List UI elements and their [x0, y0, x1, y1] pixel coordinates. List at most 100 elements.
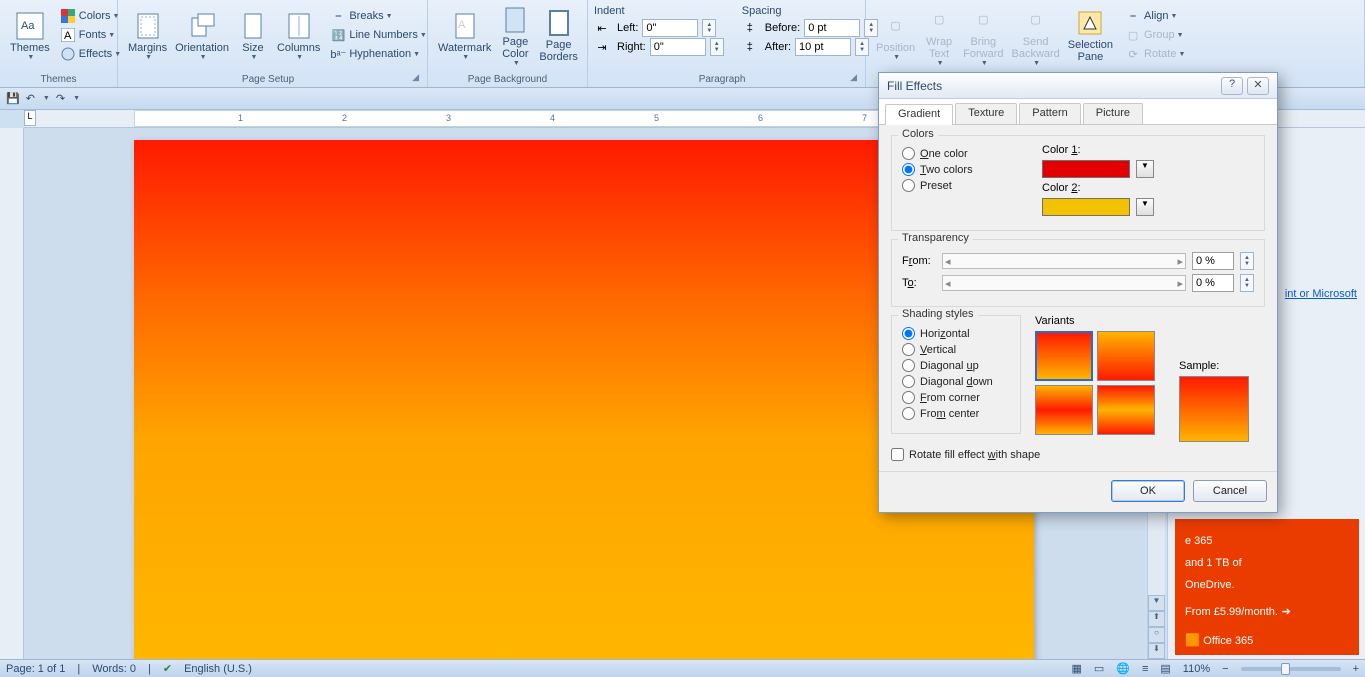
breaks-button[interactable]: ⎯Breaks▼ [328, 7, 428, 25]
spinner-icon[interactable]: ▲▼ [1240, 274, 1254, 292]
proofing-icon[interactable]: ✔ [163, 662, 172, 675]
columns-button[interactable]: Columns▼ [273, 8, 324, 63]
fill-effects-dialog: Fill Effects ? ✕ Gradient Texture Patter… [878, 72, 1278, 513]
zoom-slider[interactable] [1241, 667, 1341, 671]
radio-preset[interactable]: Preset [902, 179, 1026, 192]
theme-fonts-button[interactable]: AFonts▼ [58, 26, 123, 44]
svg-text:A: A [64, 30, 72, 42]
spinner-icon[interactable]: ▲▼ [710, 38, 724, 56]
theme-colors-button[interactable]: Colors▼ [58, 7, 123, 25]
save-icon[interactable]: 💾 [6, 92, 20, 105]
hyphenation-button[interactable]: bᵃ⁻Hyphenation▼ [328, 45, 428, 63]
scroll-down-icon[interactable]: ▼ [1148, 595, 1165, 611]
redo-icon[interactable]: ↷ [56, 92, 65, 105]
view-draft-icon[interactable]: ▤ [1160, 662, 1170, 675]
tab-gradient[interactable]: Gradient [885, 104, 953, 125]
page-setup-launcher-icon[interactable]: ◢ [412, 72, 421, 85]
spinner-icon[interactable]: ▲▼ [702, 19, 716, 37]
themes-button[interactable]: Aa Themes▼ [6, 8, 54, 63]
next-page-icon[interactable]: ⬇ [1148, 643, 1165, 659]
spinner-icon[interactable]: ▲▼ [1240, 252, 1254, 270]
tab-texture[interactable]: Texture [955, 103, 1017, 124]
spacing-after-icon: ‡ [742, 39, 758, 55]
tab-pattern[interactable]: Pattern [1019, 103, 1080, 124]
view-fullscreen-icon[interactable]: ▭ [1094, 662, 1104, 675]
size-button[interactable]: Size▼ [233, 8, 273, 63]
group-button: ▢Group▼ [1123, 26, 1358, 44]
dialog-titlebar[interactable]: Fill Effects ? ✕ [879, 73, 1277, 99]
zoom-out-icon[interactable]: − [1222, 663, 1228, 675]
colors-groupbox: Colors One color Two colors Preset Color… [891, 135, 1265, 231]
status-page[interactable]: Page: 1 of 1 [6, 663, 65, 675]
view-print-layout-icon[interactable]: ▦ [1071, 662, 1081, 675]
vertical-ruler[interactable] [0, 128, 24, 659]
variant-4[interactable] [1097, 385, 1155, 435]
transparency-to-value[interactable]: 0 % [1192, 274, 1234, 292]
dialog-close-icon[interactable]: ✕ [1247, 77, 1269, 95]
status-language[interactable]: English (U.S.) [184, 663, 252, 675]
transparency-from-slider[interactable]: ◂▸ [942, 253, 1186, 269]
radio-horizontal[interactable]: Horizontal [902, 327, 1010, 340]
variant-2[interactable] [1097, 331, 1155, 381]
indent-right-input[interactable] [650, 38, 706, 56]
color2-label: Color 2: [1042, 182, 1254, 194]
color1-swatch[interactable] [1042, 160, 1130, 178]
color1-dropdown-icon[interactable]: ▼ [1136, 160, 1154, 178]
orientation-button[interactable]: Orientation▼ [171, 8, 233, 63]
radio-two-colors[interactable]: Two colors [902, 163, 1026, 176]
paragraph-launcher-icon[interactable]: ◢ [850, 72, 859, 85]
paragraph-group-label: Paragraph [594, 72, 850, 85]
shading-groupbox: Shading styles Horizontal Vertical Diago… [891, 315, 1021, 434]
undo-icon[interactable]: ↶ [26, 92, 35, 105]
radio-vertical[interactable]: Vertical [902, 343, 1010, 356]
line-numbers-button[interactable]: 🔢Line Numbers▼ [328, 26, 428, 44]
page-color-button[interactable]: Page Color▼ [495, 2, 535, 69]
selection-pane-button[interactable]: Selection Pane [1064, 5, 1117, 65]
dialog-help-icon[interactable]: ? [1221, 77, 1243, 95]
radio-diagonal-up[interactable]: Diagonal up [902, 359, 1010, 372]
bring-forward-button: ▢Bring Forward▼ [959, 2, 1007, 69]
page-setup-group-label: Page Setup [124, 72, 412, 85]
transparency-to-slider[interactable]: ◂▸ [942, 275, 1186, 291]
indent-left-icon: ⇤ [594, 20, 610, 36]
zoom-in-icon[interactable]: + [1353, 663, 1359, 675]
theme-effects-button[interactable]: Effects▼ [58, 45, 123, 63]
radio-one-color[interactable]: One color [902, 147, 1026, 160]
browse-object-icon[interactable]: ○ [1148, 627, 1165, 643]
zoom-level[interactable]: 110% [1183, 663, 1210, 675]
radio-diagonal-down[interactable]: Diagonal down [902, 375, 1010, 388]
send-backward-button: ▢Send Backward▼ [1007, 2, 1063, 69]
color2-swatch[interactable] [1042, 198, 1130, 216]
prev-page-icon[interactable]: ⬆ [1148, 611, 1165, 627]
variant-1[interactable] [1035, 331, 1093, 381]
cancel-button[interactable]: Cancel [1193, 480, 1267, 502]
qat-customize-icon[interactable]: ▼ [73, 95, 80, 102]
rotate-fill-checkbox[interactable]: Rotate fill effect with shape [891, 448, 1265, 461]
radio-from-corner[interactable]: From corner [902, 391, 1010, 404]
tab-selector-icon[interactable]: L [24, 110, 36, 126]
spacing-before-input[interactable] [804, 19, 860, 37]
view-web-icon[interactable]: 🌐 [1116, 662, 1130, 675]
view-outline-icon[interactable]: ≡ [1142, 663, 1148, 675]
office365-ad[interactable]: e 365and 1 TB ofOneDrive. From £5.99/mon… [1175, 519, 1359, 655]
ok-button[interactable]: OK [1111, 480, 1185, 502]
watermark-button[interactable]: AWatermark▼ [434, 8, 495, 63]
dialog-title-text: Fill Effects [887, 79, 1217, 93]
page-borders-button[interactable]: Page Borders [535, 5, 582, 65]
transparency-from-value[interactable]: 0 % [1192, 252, 1234, 270]
align-button[interactable]: ⎯Align▼ [1123, 7, 1358, 25]
ms-link[interactable]: int or Microsoft [1285, 288, 1357, 300]
radio-from-center[interactable]: From center [902, 407, 1010, 420]
color2-dropdown-icon[interactable]: ▼ [1136, 198, 1154, 216]
tab-picture[interactable]: Picture [1083, 103, 1143, 124]
position-button: ▢Position▼ [872, 8, 919, 63]
indent-left-input[interactable] [642, 19, 698, 37]
sample-preview [1179, 376, 1249, 442]
margins-button[interactable]: Margins▼ [124, 8, 171, 63]
variant-3[interactable] [1035, 385, 1093, 435]
page-background-group-label: Page Background [434, 72, 581, 85]
status-words[interactable]: Words: 0 [92, 663, 136, 675]
color1-label: Color 1: [1042, 144, 1254, 156]
spacing-after-input[interactable] [795, 38, 851, 56]
indent-right-icon: ⇥ [594, 39, 610, 55]
